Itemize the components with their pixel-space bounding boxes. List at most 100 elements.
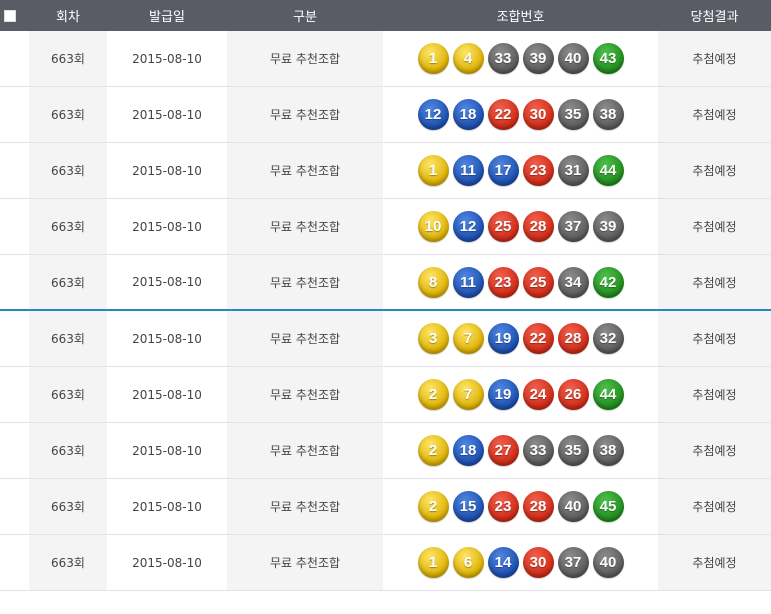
number-balls: 1 11 17 23 31 44	[417, 155, 624, 186]
lotto-ball: 39	[522, 43, 554, 74]
row-checkbox-cell	[0, 311, 29, 366]
lotto-ball: 33	[487, 43, 519, 74]
lotto-ball: 40	[592, 547, 624, 578]
lotto-ball: 37	[557, 211, 589, 242]
header-result: 당첨결과	[690, 10, 739, 25]
table-row[interactable]: 663회 2015-08-10 무료 추천조합 1 11 17 23 31 44 추첨예정	[0, 143, 771, 199]
lotto-ball: 2	[417, 435, 449, 466]
row-numbers: 12 18 22 30 35 38	[383, 87, 658, 142]
lotto-ball: 12	[452, 211, 484, 242]
row-checkbox-cell	[0, 479, 29, 534]
row-date: 2015-08-10	[132, 163, 202, 178]
number-balls: 10 12 25 28 37 39	[417, 211, 624, 242]
lotto-ball: 30	[522, 99, 554, 130]
row-result: 추첨예정	[658, 199, 771, 254]
row-date: 2015-08-10	[132, 51, 202, 66]
row-round: 663회	[29, 367, 107, 422]
number-balls: 8 11 23 25 34 42	[417, 266, 624, 298]
lotto-ball: 45	[592, 491, 624, 522]
row-round: 663회	[29, 143, 107, 198]
row-result: 추첨예정	[658, 535, 771, 590]
lotto-ball: 35	[557, 435, 589, 466]
row-type: 무료 추천조합	[227, 423, 383, 478]
row-round: 663회	[29, 479, 107, 534]
row-date: 2015-08-10	[132, 499, 202, 514]
table-row[interactable]: 663회 2015-08-10 무료 추천조합 8 11 23 25 34 42 추첨예정	[0, 255, 771, 311]
row-date: 2015-08-10	[132, 555, 202, 570]
lotto-ball: 19	[487, 379, 519, 410]
row-result: 추첨예정	[658, 255, 771, 309]
lotto-ball: 18	[452, 435, 484, 466]
row-round: 663회	[29, 311, 107, 366]
lotto-ball: 28	[522, 491, 554, 522]
lotto-ball: 40	[557, 491, 589, 522]
lotto-ball: 7	[452, 379, 484, 410]
lotto-ball: 26	[557, 379, 589, 410]
row-type: 무료 추천조합	[227, 255, 383, 309]
row-date: 2015-08-10	[132, 107, 202, 122]
row-checkbox-cell	[0, 255, 29, 309]
row-checkbox-cell	[0, 367, 29, 422]
lotto-ball: 4	[452, 43, 484, 74]
row-result: 추첨예정	[658, 423, 771, 478]
lotto-ball: 40	[557, 43, 589, 74]
row-numbers: 1 11 17 23 31 44	[383, 143, 658, 198]
row-checkbox-cell	[0, 31, 29, 86]
table-row[interactable]: 663회 2015-08-10 무료 추천조합 2 7 19 24 26 44 추첨예정	[0, 367, 771, 423]
lotto-ball: 6	[452, 547, 484, 578]
header-type: 구분	[293, 10, 317, 25]
row-numbers: 10 12 25 28 37 39	[383, 199, 658, 254]
lotto-ball: 30	[522, 547, 554, 578]
row-type: 무료 추천조합	[227, 143, 383, 198]
row-round: 663회	[29, 423, 107, 478]
number-balls: 1 6 14 30 37 40	[417, 547, 624, 578]
row-date: 2015-08-10	[132, 387, 202, 402]
lotto-ball: 14	[487, 547, 519, 578]
row-result: 추첨예정	[658, 87, 771, 142]
row-numbers: 2 15 23 28 40 45	[383, 479, 658, 534]
row-checkbox-cell	[0, 199, 29, 254]
row-result: 추첨예정	[658, 367, 771, 422]
lotto-ball: 15	[452, 491, 484, 522]
lotto-ball: 39	[592, 211, 624, 242]
row-type: 무료 추천조합	[227, 87, 383, 142]
row-result: 추첨예정	[658, 311, 771, 366]
lotto-ball: 24	[522, 379, 554, 410]
row-numbers: 3 7 19 22 28 32	[383, 311, 658, 366]
lotto-ball: 22	[487, 99, 519, 130]
lotto-ball: 34	[557, 266, 589, 298]
row-result: 추첨예정	[658, 479, 771, 534]
lotto-ball: 25	[522, 266, 554, 298]
table-body: 663회 2015-08-10 무료 추천조합 1 4 33 39 40 43 추첨예정 663회 2…	[0, 31, 771, 591]
row-numbers: 2 18 27 33 35 38	[383, 423, 658, 478]
row-checkbox-cell	[0, 423, 29, 478]
header-checkbox-cell	[0, 0, 29, 31]
row-type: 무료 추천조합	[227, 367, 383, 422]
row-type: 무료 추천조합	[227, 479, 383, 534]
table-row[interactable]: 663회 2015-08-10 무료 추천조합 1 6 14 30 37 40 추첨예정	[0, 535, 771, 591]
lotto-ball: 19	[487, 323, 519, 354]
row-result: 추첨예정	[658, 143, 771, 198]
row-type: 무료 추천조합	[227, 199, 383, 254]
lotto-ball: 23	[487, 266, 519, 298]
number-balls: 12 18 22 30 35 38	[417, 99, 624, 130]
lotto-ball: 32	[592, 323, 624, 354]
table-row[interactable]: 663회 2015-08-10 무료 추천조합 3 7 19 22 28 32 추첨예정	[0, 311, 771, 367]
row-type: 무료 추천조합	[227, 535, 383, 590]
lotto-ball: 10	[417, 211, 449, 242]
table-row[interactable]: 663회 2015-08-10 무료 추천조합 1 4 33 39 40 43 추첨예정	[0, 31, 771, 87]
lotto-ball: 3	[417, 323, 449, 354]
lotto-ball: 1	[417, 155, 449, 186]
table-row[interactable]: 663회 2015-08-10 무료 추천조합 12 18 22 30 35 38 추첨예정	[0, 87, 771, 143]
table-header: 회차 발급일 구분 조합번호 당첨결과	[0, 0, 771, 31]
row-round: 663회	[29, 199, 107, 254]
select-all-checkbox[interactable]	[4, 9, 16, 22]
table-row[interactable]: 663회 2015-08-10 무료 추천조합 2 15 23 28 40 45 추첨예정	[0, 479, 771, 535]
table-row[interactable]: 663회 2015-08-10 무료 추천조합 2 18 27 33 35 38 추첨예정	[0, 423, 771, 479]
table-row[interactable]: 663회 2015-08-10 무료 추천조합 10 12 25 28 37 39 추첨예정	[0, 199, 771, 255]
row-numbers: 8 11 23 25 34 42	[383, 255, 658, 309]
number-balls: 3 7 19 22 28 32	[417, 323, 624, 354]
lotto-ball: 27	[487, 435, 519, 466]
lotto-combination-table: 회차 발급일 구분 조합번호 당첨결과 663회 2015-08-10 무료 추천조…	[0, 0, 771, 591]
row-date: 2015-08-10	[132, 275, 202, 289]
